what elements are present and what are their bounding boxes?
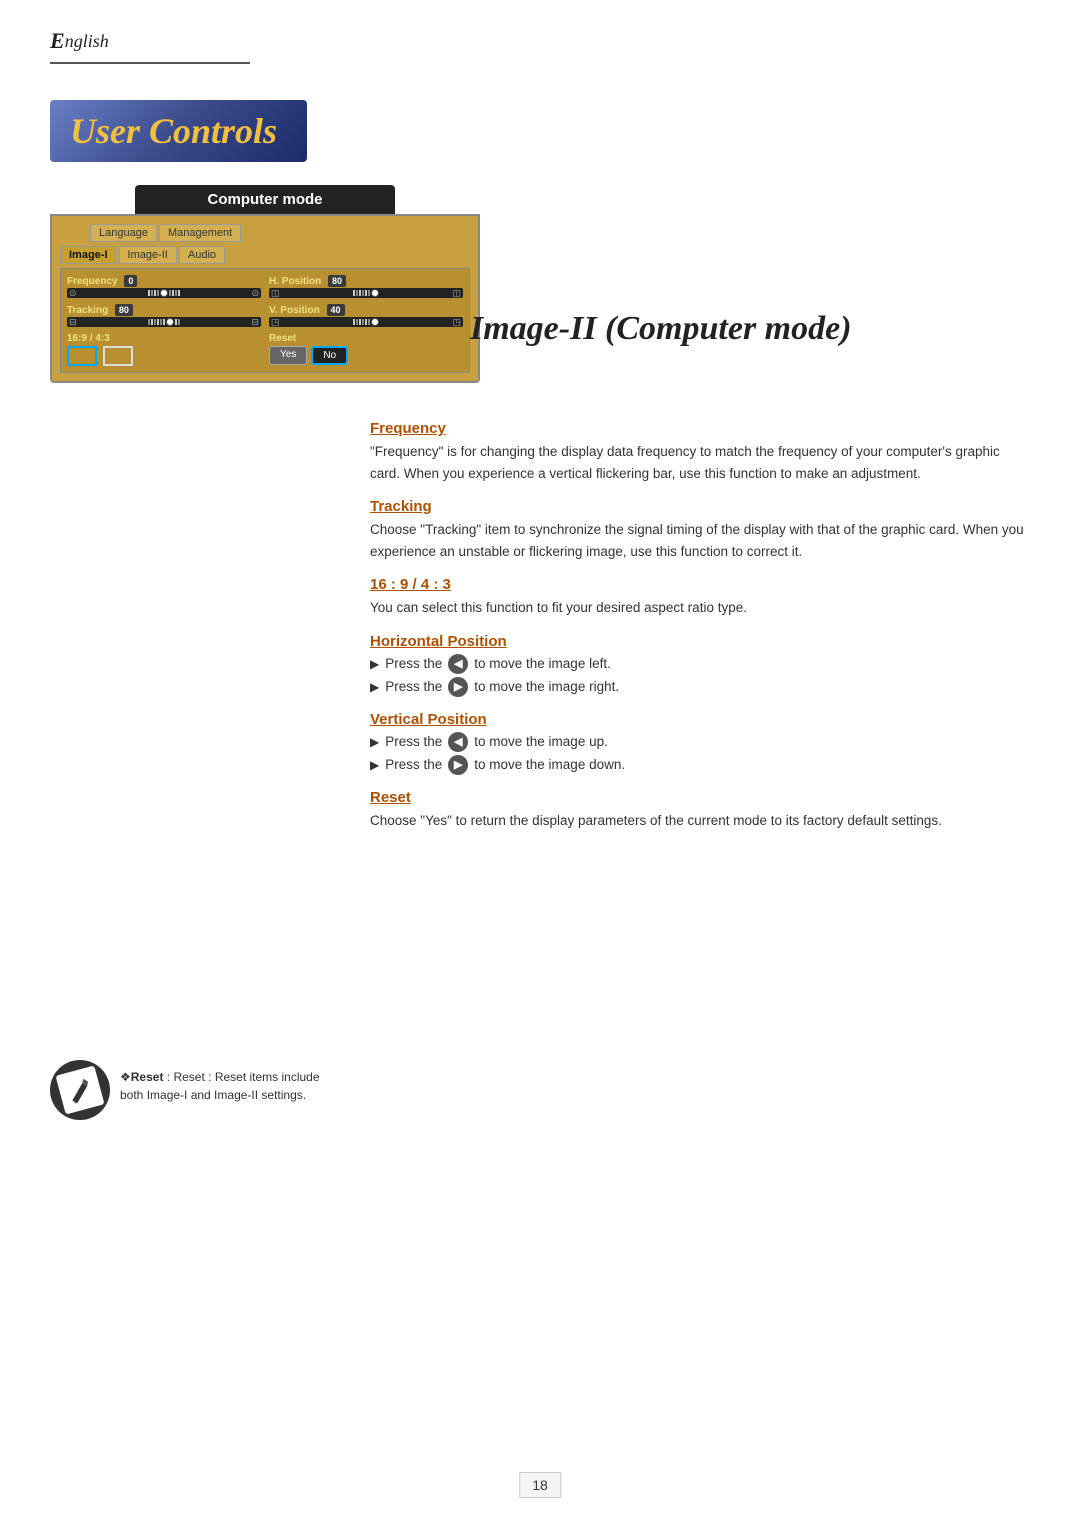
tracking-label: Tracking 80 bbox=[67, 304, 261, 316]
h-position-slider[interactable]: ◫ ◫ bbox=[269, 288, 463, 298]
panel-body: Language Management Image-I Image-II Aud… bbox=[50, 214, 480, 383]
slider-icon-right2: ⊟ bbox=[251, 317, 259, 328]
slider-knob3[interactable] bbox=[371, 289, 379, 297]
slider-icon-right: ⊙ bbox=[251, 288, 259, 299]
page-number: 18 bbox=[519, 1472, 561, 1498]
language-rest: nglish bbox=[65, 31, 109, 52]
panel-title: Computer mode bbox=[135, 185, 395, 214]
tab-image-ii[interactable]: Image-II bbox=[119, 246, 177, 264]
h-position-row: H. Position 80 ◫ ◫ bbox=[269, 275, 463, 298]
v-position-value: 40 bbox=[327, 304, 345, 316]
bullet-arrow-4: ▶ bbox=[370, 758, 379, 772]
tab-management[interactable]: Management bbox=[159, 224, 241, 242]
v-pos-bullet-2: ▶ Press the ▶ to move the image down. bbox=[370, 755, 1030, 775]
aspect-label: 16:9 / 4:3 bbox=[67, 333, 261, 344]
aspect-box-2[interactable] bbox=[103, 346, 133, 366]
frequency-text: "Frequency" is for changing the display … bbox=[370, 441, 1030, 484]
slider-icon-right4: ◳ bbox=[452, 317, 461, 328]
slider-icon-left3: ◫ bbox=[271, 288, 280, 299]
panel-left: Frequency 0 ⊙ ⊙ Tr bbox=[67, 275, 261, 366]
aspect-heading: 16 : 9 / 4 : 3 bbox=[370, 576, 1030, 593]
frequency-slider[interactable]: ⊙ ⊙ bbox=[67, 288, 261, 298]
reset-row: Reset Yes No bbox=[269, 333, 463, 365]
frequency-label: Frequency 0 bbox=[67, 275, 261, 287]
slider-knob[interactable] bbox=[160, 289, 168, 297]
panel-inner: Frequency 0 ⊙ ⊙ Tr bbox=[60, 268, 470, 373]
down-arrow-btn: ▶ bbox=[448, 755, 468, 775]
language-e-letter: E bbox=[50, 28, 65, 54]
reset-yes-button[interactable]: Yes bbox=[269, 346, 307, 365]
v-position-row: V. Position 40 ◳ ◳ bbox=[269, 304, 463, 327]
main-content: Frequency "Frequency" is for changing th… bbox=[370, 420, 1030, 832]
frequency-value: 0 bbox=[124, 275, 137, 287]
v-position-heading: Vertical Position bbox=[370, 711, 1030, 728]
bullet-arrow-1: ▶ bbox=[370, 657, 379, 671]
tracking-value: 80 bbox=[115, 304, 133, 316]
slider-knob2[interactable] bbox=[166, 318, 174, 326]
user-controls-title: User Controls bbox=[50, 100, 307, 162]
reset-buttons: Yes No bbox=[269, 346, 463, 365]
bullet-arrow-2: ▶ bbox=[370, 680, 379, 694]
h-pos-bullet-1: ▶ Press the ◀ to move the image left. bbox=[370, 654, 1030, 674]
reset-no-button[interactable]: No bbox=[311, 346, 348, 365]
aspect-box-1[interactable] bbox=[67, 346, 97, 366]
h-position-heading: Horizontal Position bbox=[370, 633, 1030, 650]
h-position-value: 80 bbox=[328, 275, 346, 287]
slider-icon-left2: ⊟ bbox=[69, 317, 77, 328]
header-divider bbox=[50, 62, 250, 64]
note-pencil-icon bbox=[56, 1066, 105, 1115]
tracking-row: Tracking 80 ⊟ ⊟ bbox=[67, 304, 261, 327]
frequency-row: Frequency 0 ⊙ ⊙ bbox=[67, 275, 261, 298]
frequency-heading: Frequency bbox=[370, 420, 1030, 437]
tabs-row: Language Management bbox=[60, 224, 470, 242]
slider-icon-left4: ◳ bbox=[271, 317, 280, 328]
aspect-boxes bbox=[67, 346, 261, 366]
note-text: ❖Reset : Reset : Reset items include bot… bbox=[120, 1068, 330, 1104]
bullet-arrow-3: ▶ bbox=[370, 735, 379, 749]
tab-image-i[interactable]: Image-I bbox=[60, 246, 117, 264]
h-position-label: H. Position 80 bbox=[269, 275, 463, 287]
tracking-heading: Tracking bbox=[370, 498, 1030, 515]
v-pos-bullet-1: ▶ Press the ◀ to move the image up. bbox=[370, 732, 1030, 752]
note-area: ❖Reset : Reset : Reset items include bot… bbox=[50, 1060, 330, 1120]
tracking-text: Choose "Tracking" item to synchronize th… bbox=[370, 519, 1030, 562]
note-icon-wrap bbox=[50, 1060, 110, 1120]
aspect-row: 16:9 / 4:3 bbox=[67, 333, 261, 366]
h-pos-bullet-2: ▶ Press the ▶ to move the image right. bbox=[370, 677, 1030, 697]
slider-icon-right3: ◫ bbox=[452, 288, 461, 299]
image2-section-title: Image-II (Computer mode) bbox=[470, 310, 1030, 348]
reset-label: Reset bbox=[269, 333, 463, 344]
right-arrow-btn: ▶ bbox=[448, 677, 468, 697]
tabs-row-2: Image-I Image-II Audio bbox=[60, 246, 470, 264]
computer-mode-panel: Computer mode Language Management Image-… bbox=[50, 185, 480, 383]
aspect-text: You can select this function to fit your… bbox=[370, 597, 1030, 619]
left-arrow-btn: ◀ bbox=[448, 654, 468, 674]
reset-heading: Reset bbox=[370, 789, 1030, 806]
v-position-label: V. Position 40 bbox=[269, 304, 463, 316]
tab-audio[interactable]: Audio bbox=[179, 246, 225, 264]
header-language: E nglish bbox=[50, 28, 109, 54]
reset-text: Choose "Yes" to return the display param… bbox=[370, 810, 1030, 832]
v-position-slider[interactable]: ◳ ◳ bbox=[269, 317, 463, 327]
slider-icon-left: ⊙ bbox=[69, 288, 77, 299]
tab-language[interactable]: Language bbox=[90, 224, 157, 242]
panel-right: H. Position 80 ◫ ◫ bbox=[269, 275, 463, 366]
tracking-slider[interactable]: ⊟ ⊟ bbox=[67, 317, 261, 327]
slider-knob4[interactable] bbox=[371, 318, 379, 326]
up-arrow-btn: ◀ bbox=[448, 732, 468, 752]
